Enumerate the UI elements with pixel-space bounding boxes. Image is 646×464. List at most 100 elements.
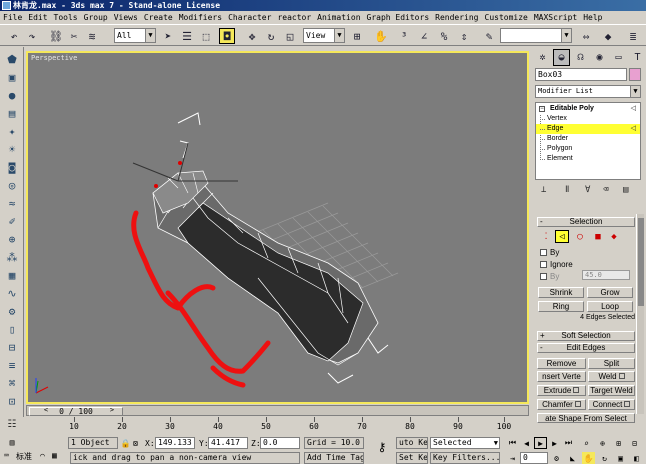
named-selection-dropdown[interactable]: ▼ (500, 28, 572, 43)
maxscript-listener-icon[interactable]: ▥ (4, 436, 20, 448)
box03-mesh[interactable] (152, 161, 379, 366)
select-by-name-icon[interactable]: ☰ (179, 28, 195, 44)
object-name-field[interactable]: Box03 (535, 68, 627, 81)
arc-rotate-icon[interactable]: ↻ (598, 452, 611, 464)
min-max-toggle-icon[interactable]: ◧ (630, 452, 643, 464)
utilities-tab-icon[interactable]: T (629, 49, 646, 66)
create-tab-icon[interactable]: ✲ (534, 49, 551, 66)
window-icon[interactable]: ⊟ (4, 339, 20, 355)
menu-maxscript[interactable]: MAXScript (531, 13, 580, 22)
ime-label[interactable]: 标准 (16, 451, 32, 462)
edit-edges-rollout-header[interactable]: - Edit Edges (537, 343, 635, 353)
go-to-end-icon[interactable]: ⏭ (562, 437, 575, 449)
display-tab-icon[interactable]: ▭ (610, 49, 627, 66)
unlink-icon[interactable]: ✂ (66, 28, 82, 44)
ring-button[interactable]: Ring (538, 301, 584, 312)
window-crossing-icon[interactable]: ◘ (219, 28, 235, 44)
select-and-manipulate-icon[interactable]: ✋ (373, 28, 389, 44)
grow-button[interactable]: Grow (587, 287, 633, 298)
key-mode-icon[interactable]: ⇥ (506, 452, 519, 464)
collapse-icon[interactable]: − (539, 106, 545, 112)
ignore-backfacing-checkbox[interactable]: Ignore (540, 260, 573, 269)
vertex-mode-icon[interactable]: ⁚ (539, 230, 553, 243)
set-key-icon[interactable]: ⚷ (372, 440, 392, 454)
add-time-tag-button[interactable]: Add Time Tag (304, 452, 364, 464)
ime-icon[interactable]: ⌨ (4, 451, 9, 460)
go-to-start-icon[interactable]: ⏮ (506, 437, 519, 449)
maximize-viewport-icon[interactable]: ▣ (614, 452, 627, 464)
stairs-icon[interactable]: ≡ (4, 357, 20, 373)
percent-snap-icon[interactable]: % (436, 28, 452, 44)
patch-icon[interactable]: ▦ (4, 267, 20, 283)
helper-icon[interactable]: ◎ (4, 177, 20, 193)
select-and-move-icon[interactable]: ✥ (244, 28, 260, 44)
object-color-swatch[interactable] (629, 68, 641, 81)
connect-button[interactable]: Connect (588, 399, 635, 410)
curve-editor-icon[interactable]: ☷ (4, 419, 20, 431)
create-shape-button[interactable]: ate Shape From Select (537, 413, 635, 423)
ime-punct-icon[interactable]: ⌒ (40, 451, 45, 460)
compound-icon[interactable]: ⊕ (4, 231, 20, 247)
stack-item-edge[interactable]: Edge ◁ (536, 124, 640, 134)
settings-icon[interactable] (573, 387, 580, 393)
element-mode-icon[interactable]: ◆ (607, 230, 621, 243)
menu-create[interactable]: Create (141, 13, 176, 22)
make-unique-icon[interactable]: ∀ (585, 185, 590, 195)
redo-icon[interactable]: ↷ (24, 28, 40, 44)
hierarchy-tab-icon[interactable]: ☊ (572, 49, 589, 66)
field-of-view-icon[interactable]: ◣ (566, 452, 579, 464)
border-mode-icon[interactable]: ◯ (573, 230, 587, 243)
lock-selection-icon[interactable]: 🔒 (119, 437, 132, 449)
by-angle-checkbox[interactable]: By (540, 272, 559, 281)
z-coordinate-field[interactable]: 0.0 (260, 437, 300, 449)
stack-root-row[interactable]: − Editable Poly ◁ (536, 104, 640, 114)
pivot-center-icon[interactable]: ⊞ (349, 28, 365, 44)
by-vertex-checkbox[interactable]: By (540, 248, 559, 257)
extrude-button[interactable]: Extrude (537, 385, 586, 396)
next-key-icon[interactable]: ▶ (548, 437, 561, 449)
menu-customize[interactable]: Customize (482, 13, 531, 22)
time-slider[interactable]: 0 / 100 < > (26, 405, 529, 416)
select-object-icon[interactable]: ➤ (160, 28, 176, 44)
spacewarp-icon[interactable]: ≈ (4, 195, 20, 211)
door-icon[interactable]: ▯ (4, 321, 20, 337)
menu-file[interactable]: File (0, 13, 25, 22)
modifier-list-dropdown[interactable]: Modifier List ▼ (535, 85, 641, 98)
previous-frame-icon[interactable]: ◀ (520, 437, 533, 449)
chamfer-button[interactable]: Chamfer (537, 399, 586, 410)
menu-rendering[interactable]: Rendering (432, 13, 481, 22)
pin-stack-icon[interactable]: ⊥ (541, 185, 546, 195)
perspective-viewport[interactable]: Perspective (26, 51, 529, 404)
cylinder-icon[interactable]: ▤ (4, 105, 20, 121)
stack-item-element[interactable]: Element (536, 154, 640, 164)
stack-item-polygon[interactable]: Polygon (536, 144, 640, 154)
show-end-result-icon[interactable]: Ⅱ (565, 185, 569, 195)
y-coordinate-field[interactable]: 41.417 (208, 437, 248, 449)
next-frame-icon[interactable]: > (107, 406, 117, 415)
zoom-extents-all-icon[interactable]: ⊟ (628, 437, 641, 449)
menu-help[interactable]: Help (580, 13, 605, 22)
track-bar[interactable]: 10 20 30 40 50 60 70 80 90 100 (26, 417, 529, 433)
stack-item-border[interactable]: Border (536, 134, 640, 144)
modifier-icon[interactable]: ⌘ (4, 375, 20, 391)
undo-icon[interactable]: ↶ (6, 28, 22, 44)
align-icon[interactable]: ◆ (600, 28, 616, 44)
stack-item-vertex[interactable]: Vertex (536, 114, 640, 124)
selection-rollout-header[interactable]: - Selection (537, 217, 635, 227)
bind-space-warp-icon[interactable]: ≋ (84, 28, 100, 44)
angle-snap-icon[interactable]: ∠ (416, 28, 432, 44)
menu-group[interactable]: Group (81, 13, 111, 22)
bone-icon[interactable]: ✦ (4, 123, 20, 139)
menu-character[interactable]: Character (225, 13, 274, 22)
menu-edit[interactable]: Edit (25, 13, 50, 22)
dynamics-icon[interactable]: ⚙ (4, 303, 20, 319)
current-frame-field[interactable]: 0 (520, 452, 548, 464)
rectangular-selection-icon[interactable]: ⬚ (198, 28, 214, 44)
remove-modifier-icon[interactable]: ⌫ (603, 185, 608, 195)
menu-reactor[interactable]: reactor (274, 13, 314, 22)
mirror-icon[interactable]: ⇔ (578, 28, 594, 44)
snap-toggle-icon[interactable]: ³ (396, 28, 412, 44)
soft-selection-rollout-header[interactable]: + Soft Selection (537, 331, 635, 341)
light-icon[interactable]: ☀ (4, 141, 20, 157)
unwrap-icon[interactable]: ⊡ (4, 393, 20, 409)
